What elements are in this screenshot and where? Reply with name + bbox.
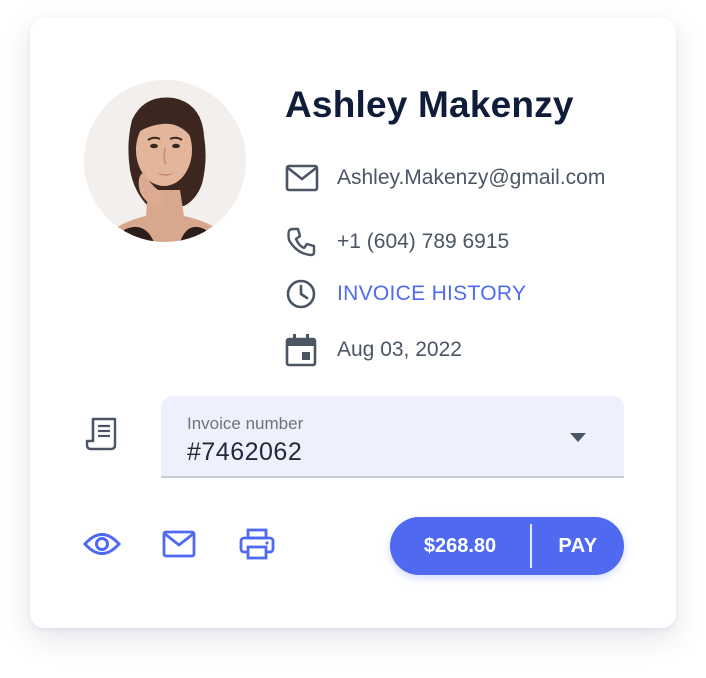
send-email-button[interactable] (159, 526, 199, 566)
clock-icon (285, 276, 321, 312)
mail-icon (162, 530, 196, 563)
pay-button[interactable]: PAY (532, 535, 624, 558)
history-row[interactable]: INVOICE HISTORY (285, 276, 526, 312)
date-text: Aug 03, 2022 (337, 338, 462, 361)
caret-down-icon[interactable] (570, 430, 586, 448)
phone-text: +1 (604) 789 6915 (337, 230, 510, 253)
view-button[interactable] (82, 526, 122, 566)
invoice-number-label: Invoice number (187, 414, 304, 433)
email-row: Ashley.Makenzy@gmail.com (285, 160, 605, 196)
eye-icon (82, 531, 122, 562)
print-button[interactable] (237, 526, 277, 566)
amount-button[interactable]: $268.80 (390, 535, 530, 558)
invoice-number-value: #7462062 (187, 438, 303, 466)
phone-row: +1 (604) 789 6915 (285, 224, 509, 260)
customer-name: Ashley Makenzy (285, 84, 574, 125)
avatar (84, 80, 246, 242)
print-icon (239, 528, 275, 565)
email-text: Ashley.Makenzy@gmail.com (337, 166, 606, 189)
calendar-icon (285, 332, 321, 368)
date-row: Aug 03, 2022 (285, 332, 462, 368)
invoice-number-select[interactable]: Invoice number #7462062 (161, 396, 624, 478)
invoice-card: Ashley Makenzy Ashley.Makenzy@gmail.com … (30, 18, 676, 628)
mail-icon (285, 160, 321, 196)
receipt-icon (84, 416, 124, 456)
invoice-history-link[interactable]: INVOICE HISTORY (337, 282, 526, 306)
payment-button-group: $268.80 PAY (390, 517, 624, 575)
avatar-portrait (84, 80, 246, 242)
phone-icon (285, 224, 321, 260)
